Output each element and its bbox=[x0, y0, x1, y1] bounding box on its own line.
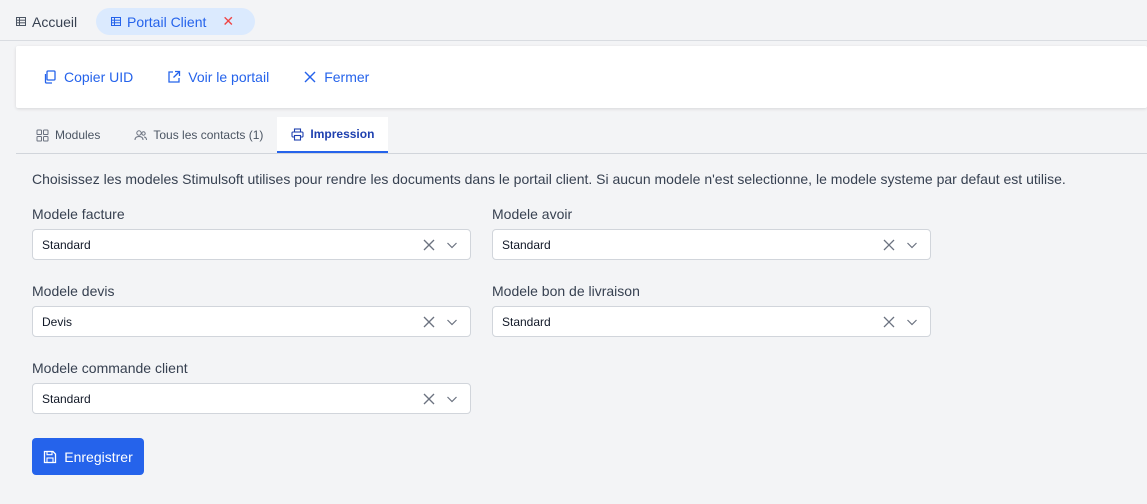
invoice-template-label: Modele facture bbox=[32, 206, 125, 222]
view-portal-label: Voir le portail bbox=[188, 69, 270, 85]
tab-contacts[interactable]: Tous les contacts (1) bbox=[114, 117, 277, 153]
clear-icon[interactable] bbox=[882, 238, 896, 252]
copy-uid-button[interactable]: Copier UID bbox=[43, 69, 133, 85]
close-icon bbox=[304, 71, 316, 83]
chevron-down-icon[interactable] bbox=[906, 316, 918, 328]
tab-modules-label: Modules bbox=[55, 128, 101, 142]
quote-template-value: Devis bbox=[42, 314, 73, 329]
chevron-down-icon[interactable] bbox=[446, 239, 458, 251]
printing-settings-panel: Choisissez les modeles Stimulsoft utilis… bbox=[16, 155, 1147, 504]
delivery-template-label: Modele bon de livraison bbox=[492, 283, 640, 299]
top-tab-bar: Accueil Portail Client ✕ bbox=[0, 0, 1147, 41]
invoice-template-value: Standard bbox=[42, 237, 91, 252]
table-icon bbox=[111, 17, 121, 26]
tab-impression[interactable]: Impression bbox=[277, 117, 389, 153]
delivery-template-value: Standard bbox=[502, 314, 551, 329]
order-template-select[interactable]: Standard bbox=[32, 383, 471, 414]
chevron-down-icon[interactable] bbox=[446, 316, 458, 328]
sub-tabs: Modules Tous les contacts (1) Impression bbox=[16, 117, 1147, 154]
invoice-template-select[interactable]: Standard bbox=[32, 229, 471, 260]
tab-modules[interactable]: Modules bbox=[16, 117, 114, 153]
tab-accueil[interactable]: Accueil bbox=[16, 8, 77, 35]
close-button[interactable]: Fermer bbox=[303, 69, 369, 85]
quote-template-select[interactable]: Devis bbox=[32, 306, 471, 337]
quote-template-label: Modele devis bbox=[32, 283, 115, 299]
clear-icon[interactable] bbox=[422, 238, 436, 252]
order-template-label: Modele commande client bbox=[32, 360, 188, 376]
tab-accueil-label: Accueil bbox=[32, 13, 78, 30]
clear-icon[interactable] bbox=[422, 315, 436, 329]
credit-template-value: Standard bbox=[502, 237, 551, 252]
tab-contacts-label: Tous les contacts (1) bbox=[153, 128, 264, 142]
tab-portail-client-label: Portail Client bbox=[127, 13, 207, 30]
close-label: Fermer bbox=[324, 69, 370, 85]
users-icon bbox=[134, 129, 148, 140]
credit-template-select[interactable]: Standard bbox=[492, 229, 931, 260]
tab-portail-client[interactable]: Portail Client ✕ bbox=[96, 8, 255, 35]
copy-uid-label: Copier UID bbox=[64, 69, 134, 85]
delivery-template-select[interactable]: Standard bbox=[492, 306, 931, 337]
tab-impression-label: Impression bbox=[310, 127, 375, 141]
external-link-icon bbox=[168, 70, 181, 83]
chevron-down-icon[interactable] bbox=[446, 393, 458, 405]
view-portal-button[interactable]: Voir le portail bbox=[167, 69, 269, 85]
copy-icon bbox=[44, 70, 56, 84]
save-button[interactable]: Enregistrer bbox=[32, 438, 144, 475]
description-text: Choisissez les modeles Stimulsoft utilis… bbox=[32, 171, 1066, 187]
save-button-label: Enregistrer bbox=[64, 448, 133, 465]
save-icon bbox=[44, 450, 57, 463]
credit-template-label: Modele avoir bbox=[492, 206, 573, 222]
clear-icon[interactable] bbox=[882, 315, 896, 329]
actions-toolbar: Copier UID Voir le portail Fermer bbox=[16, 46, 1147, 108]
clear-icon[interactable] bbox=[422, 392, 436, 406]
grid-icon bbox=[36, 129, 49, 141]
close-tab-icon[interactable]: ✕ bbox=[222, 13, 234, 30]
order-template-value: Standard bbox=[42, 391, 91, 406]
table-icon bbox=[16, 17, 26, 26]
printer-icon bbox=[291, 127, 304, 141]
chevron-down-icon[interactable] bbox=[906, 239, 918, 251]
